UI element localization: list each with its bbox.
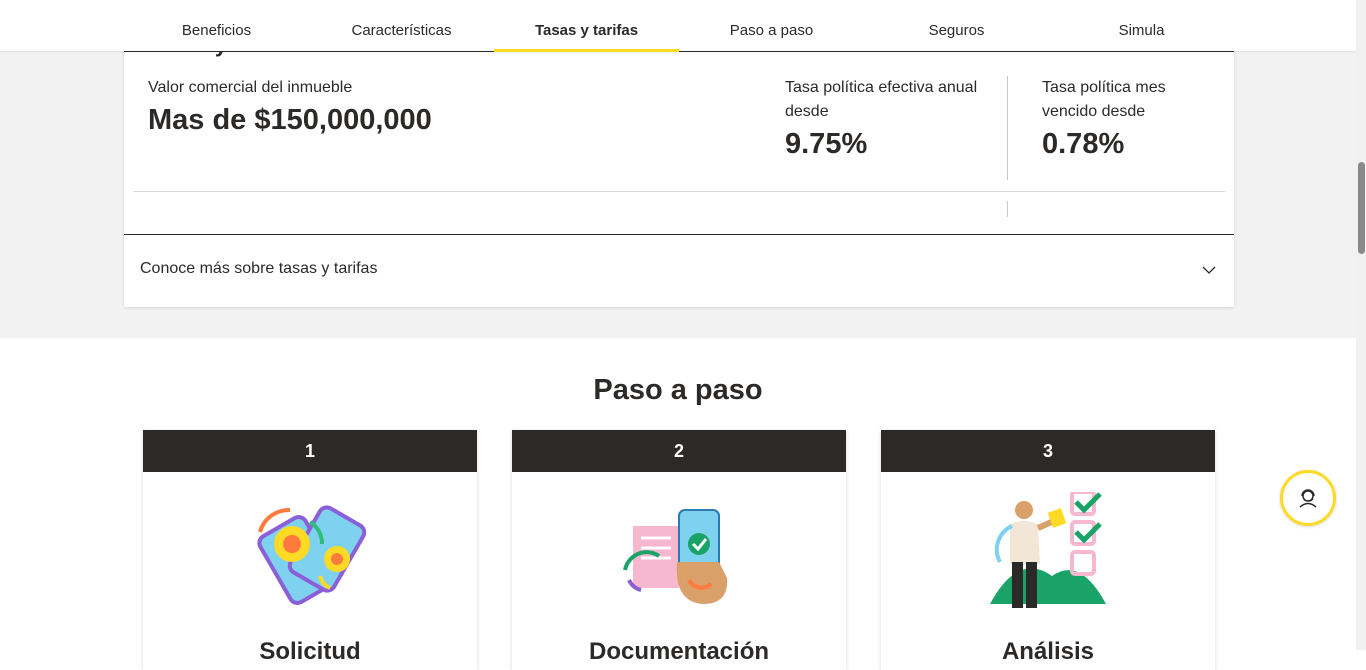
annual-rate-value: 9.75%: [785, 128, 868, 160]
accordion-label[interactable]: Conoce más sobre tasas y tarifas: [140, 260, 377, 278]
support-agent-icon: [1299, 489, 1317, 508]
hand-phone-check-illustration: [623, 509, 728, 604]
step-name: Solicitud: [259, 638, 361, 665]
tab-caracteristicas[interactable]: Características: [309, 0, 494, 51]
chevron-down-icon[interactable]: [1201, 262, 1217, 278]
tab-simula[interactable]: Simula: [1049, 0, 1234, 51]
page-scrollbar-thumb[interactable]: [1358, 162, 1365, 254]
tab-beneficios[interactable]: Beneficios: [124, 0, 309, 51]
phone-swipe-illustration: [257, 505, 367, 605]
tab-seguros[interactable]: Seguros: [864, 0, 1049, 51]
step-number: 2: [512, 430, 846, 472]
rate-divider-lower: [1007, 201, 1008, 217]
nav-tabs: Beneficios Características Tasas y tarif…: [124, 0, 1234, 52]
step-name: Análisis: [1001, 638, 1095, 665]
rate-divider: [1007, 76, 1008, 180]
property-value-label: Valor comercial del inmueble: [148, 79, 353, 96]
page-scrollbar-track[interactable]: [1356, 0, 1366, 650]
section-navbar: Beneficios Características Tasas y tarif…: [0, 0, 1356, 52]
person-checklist-illustration: [990, 492, 1106, 608]
steps-title: Paso a paso: [593, 374, 763, 406]
tab-tasas-y-tarifas[interactable]: Tasas y tarifas: [494, 0, 679, 52]
step-card-2: 2 Documentación: [512, 430, 846, 670]
step-number: 1: [143, 430, 477, 472]
step-card-1: 1 Solicitud: [143, 430, 477, 670]
monthly-rate-value: 0.78%: [1042, 128, 1125, 160]
step-name: Documentación: [588, 638, 770, 665]
monthly-rate-label: Tasa política mes vencido desde: [1042, 79, 1166, 120]
step-number: 3: [881, 430, 1215, 472]
rates-divider: [133, 191, 1225, 192]
help-chat-button[interactable]: [1280, 470, 1336, 526]
step-card-3: 3 Análisis: [881, 430, 1215, 670]
annual-rate-label: Tasa política efectiva anual desde: [785, 79, 978, 120]
property-value: Mas de $150,000,000: [148, 104, 432, 136]
tab-paso-a-paso[interactable]: Paso a paso: [679, 0, 864, 51]
